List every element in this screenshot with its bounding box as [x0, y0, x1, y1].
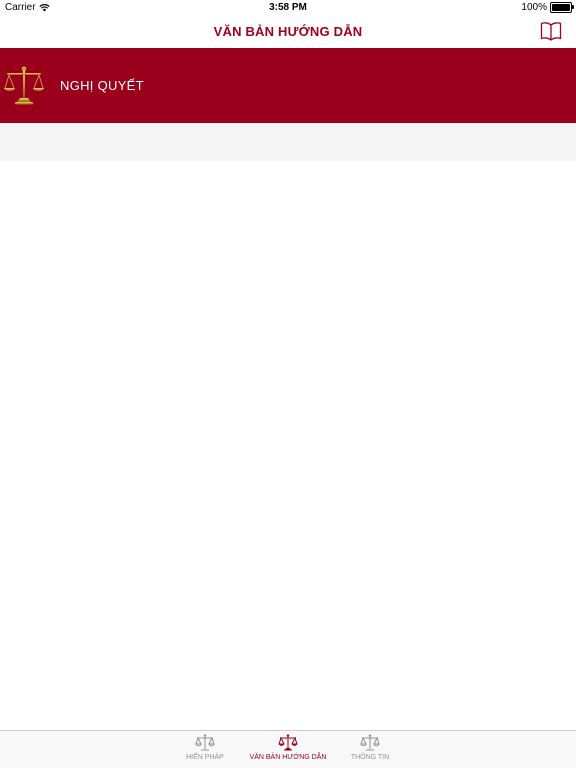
tab-label: VĂN BẢN HƯỚNG DẪN [249, 754, 327, 761]
tab-label: HIẾN PHÁP [186, 754, 224, 761]
scales-of-justice-icon [4, 66, 44, 105]
battery-percent: 100% [521, 2, 547, 13]
tab-label: THÔNG TIN [350, 754, 390, 761]
scales-icon [360, 734, 380, 751]
book-button[interactable] [540, 21, 562, 41]
app-screen: Carrier 3:58 PM 100% VĂN BẢN HƯỚNG DẪN N… [0, 0, 576, 768]
tab-thong-tin[interactable]: THÔNG TIN [330, 734, 410, 768]
battery-fill [552, 4, 570, 11]
navigation-bar: VĂN BẢN HƯỚNG DẪN [0, 16, 576, 48]
page-title: VĂN BẢN HƯỚNG DẪN [213, 24, 363, 39]
scales-icon [195, 734, 215, 751]
status-bar: Carrier 3:58 PM 100% [0, 0, 576, 16]
battery-icon [550, 2, 574, 13]
tab-hien-phap[interactable]: HIẾN PHÁP [165, 734, 245, 768]
status-right: 100% [521, 2, 574, 13]
book-icon [540, 22, 562, 41]
section-divider [0, 123, 576, 161]
tab-van-ban-huong-dan[interactable]: VĂN BẢN HƯỚNG DẪN [248, 734, 328, 768]
status-time: 3:58 PM [269, 2, 307, 13]
tab-bar: HIẾN PHÁP VĂN BẢN HƯỚNG DẪN THÔNG TIN [0, 730, 576, 768]
category-banner[interactable]: NGHỊ QUYẾT [0, 48, 576, 123]
content-area [0, 161, 576, 730]
scales-icon [278, 734, 298, 751]
banner-label: NGHỊ QUYẾT [60, 78, 144, 93]
